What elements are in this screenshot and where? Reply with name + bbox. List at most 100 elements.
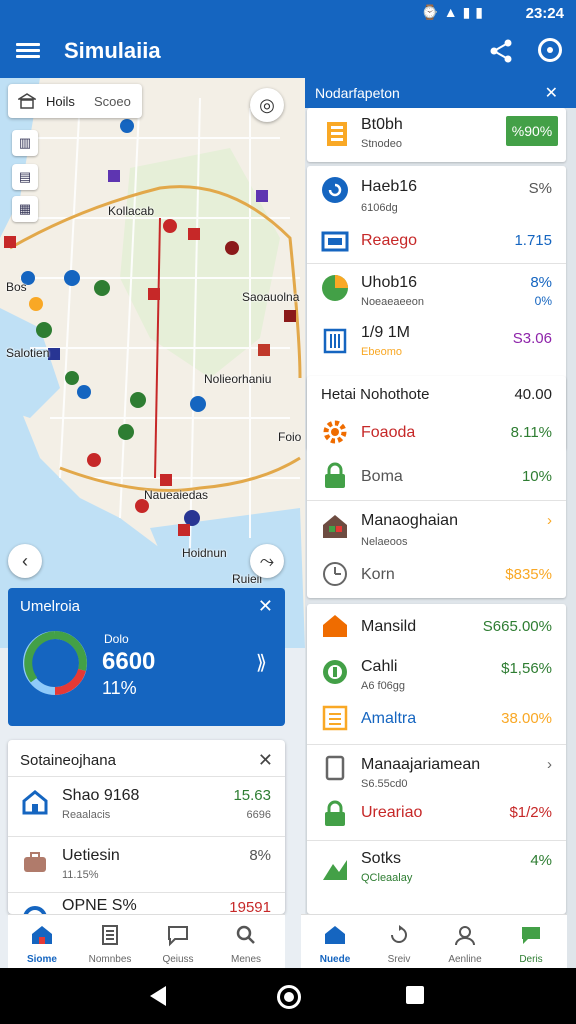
divider: [307, 744, 566, 745]
share-icon[interactable]: [488, 38, 514, 64]
list-item-value: S3.06: [512, 330, 552, 347]
nav-item-profile[interactable]: Aenline: [431, 915, 499, 969]
nav-item-chat[interactable]: Qeiuss: [144, 915, 212, 969]
list-item-value: 10%: [521, 468, 552, 485]
nav-item-documents[interactable]: Nomnbes: [76, 915, 144, 969]
system-nav-bar: [0, 968, 576, 1024]
locate-icon[interactable]: ◎: [250, 88, 284, 122]
receipt-icon: [327, 122, 347, 146]
chart-icon: [323, 860, 347, 880]
list-item-title: Boma: [361, 468, 403, 485]
list-item-title: Uetiesin: [62, 847, 120, 864]
nav-item-home[interactable]: Siome: [8, 915, 76, 969]
image-icon[interactable]: ▦: [12, 196, 38, 222]
tile-sub: Stnodeo: [361, 138, 402, 150]
stats-value: 6600: [102, 648, 156, 675]
list-item[interactable]: Korn $835%: [307, 556, 566, 598]
home-icon: [323, 615, 347, 637]
overview-card: Hetai Nohothote 40.00 Foaoda 8.11% Boma …: [307, 376, 566, 598]
clock-icon: [323, 562, 347, 586]
list-item-value: 8%: [530, 274, 552, 291]
back-icon[interactable]: [150, 986, 166, 1006]
list-item-title: Korn: [361, 566, 395, 583]
map-label: Nolieorhaniu: [204, 372, 272, 386]
map-view[interactable]: Kollacab Bos Saoauolna Salotien Nolieorh…: [0, 78, 305, 648]
route-icon[interactable]: ⤳: [250, 544, 284, 578]
list-item[interactable]: Amaltra 38.00%: [307, 700, 566, 744]
list-item[interactable]: Manaoghaian Nelaeoos ›: [307, 502, 566, 556]
coin-icon: [323, 660, 347, 684]
list-item[interactable]: 1/9 1M Ebeomo S3.06: [307, 320, 566, 364]
forward-icon[interactable]: ⟫: [256, 650, 267, 675]
filter-icon[interactable]: ▤: [12, 164, 38, 190]
pie-icon: [322, 275, 348, 301]
list-item-sub: 6106dg: [361, 202, 398, 214]
list-item[interactable]: Ureariao $1/2%: [307, 796, 566, 836]
list-item[interactable]: Mansild S665.00%: [307, 604, 566, 650]
panel-title: Nodarfapeton: [315, 85, 400, 101]
home-button-icon[interactable]: [277, 985, 301, 1009]
app-bar: Simulaiia: [0, 28, 576, 78]
nav-item-chat[interactable]: Deris: [497, 915, 565, 969]
monitor-icon: [321, 231, 349, 252]
list-item-sub: QCleaalay: [361, 872, 413, 884]
bottom-nav-right: Nuede Sreiv Aenline Deris: [301, 914, 567, 969]
list-item-title: Shao 9168: [62, 787, 140, 804]
refresh-icon: [322, 177, 348, 203]
nav-label: Nuede: [319, 954, 351, 965]
list-item-sub: S6.55cd0: [361, 778, 408, 790]
status-bar: ⌚▲▮▮ 23:24: [0, 0, 576, 28]
nav-label: Deris: [519, 954, 543, 965]
list-item-title: Mansild: [361, 618, 417, 635]
list-item-title: Sotks: [361, 850, 402, 867]
list-item-value: 38.00%: [501, 710, 552, 727]
list-item[interactable]: Shao 9168 Reaalacis 15.63 6696: [8, 776, 285, 835]
building-icon: [323, 328, 347, 354]
list-item[interactable]: Reaego 1.715: [307, 226, 566, 262]
nav-item-refresh[interactable]: Sreiv: [365, 915, 433, 969]
list-icon: [322, 705, 348, 731]
gear-icon: [323, 420, 347, 444]
list-item-value-sub: 6696: [246, 809, 271, 821]
collapse-icon[interactable]: ‹: [8, 544, 42, 578]
map-search-box[interactable]: Hoils Scoeo: [8, 84, 142, 118]
list-item[interactable]: Manaajariamean S6.55cd0 ›: [307, 746, 566, 796]
chevron-right-icon[interactable]: ›: [547, 512, 552, 529]
close-icon[interactable]: ✕: [258, 596, 273, 617]
close-icon[interactable]: ✕: [545, 83, 558, 103]
list-item[interactable]: Cahli A6 f06gg $1,56%: [307, 650, 566, 700]
summary-tile[interactable]: Bt0bh Stnodeo %90%: [307, 108, 566, 162]
list-item-value: $1,56%: [501, 660, 552, 677]
list-item[interactable]: Haeb16 6106dg S%: [307, 166, 566, 226]
list-item[interactable]: Foaoda 8.11%: [307, 412, 566, 456]
list-item[interactable]: Uhob16 Noeaeaeeon 8% 0%: [307, 264, 566, 322]
recents-icon[interactable]: [406, 986, 424, 1004]
menu-icon[interactable]: [16, 40, 40, 60]
home-icon: [325, 926, 345, 944]
list-item[interactable]: Boma 10%: [307, 456, 566, 500]
stats-label: Dolo: [104, 632, 129, 646]
list-item-sub: Nelaeoos: [361, 536, 408, 548]
list-item-sub: Ebeomo: [361, 346, 402, 358]
chevron-right-icon[interactable]: ›: [547, 756, 552, 773]
stats-percent: 11%: [102, 678, 137, 698]
nav-item-home[interactable]: Nuede: [301, 915, 369, 969]
nav-label: Siome: [26, 954, 57, 965]
layers-icon[interactable]: ▥: [12, 130, 38, 156]
app-title: Simulaiia: [64, 38, 161, 63]
list-item-value-sub: 0%: [534, 294, 552, 308]
list-item[interactable]: Uetiesin 11.15% 8%: [8, 836, 285, 895]
tile-title: Bt0bh: [361, 116, 403, 133]
compass-icon[interactable]: [538, 38, 562, 62]
document-icon: [102, 925, 118, 945]
building-icon: [18, 93, 36, 109]
close-icon[interactable]: ✕: [258, 750, 273, 771]
list-item-title: Uhob16: [361, 274, 418, 291]
list-item-value: 19591: [229, 899, 271, 914]
phone-icon: [325, 755, 345, 781]
list-item[interactable]: Sotks QCleaalay 4%: [307, 844, 566, 904]
list-item[interactable]: OPNE S% 19591: [8, 892, 285, 914]
nav-label: Menes: [230, 954, 261, 965]
nav-item-search[interactable]: Menes: [212, 915, 280, 969]
stats-card-title: Umelroia: [20, 598, 81, 615]
